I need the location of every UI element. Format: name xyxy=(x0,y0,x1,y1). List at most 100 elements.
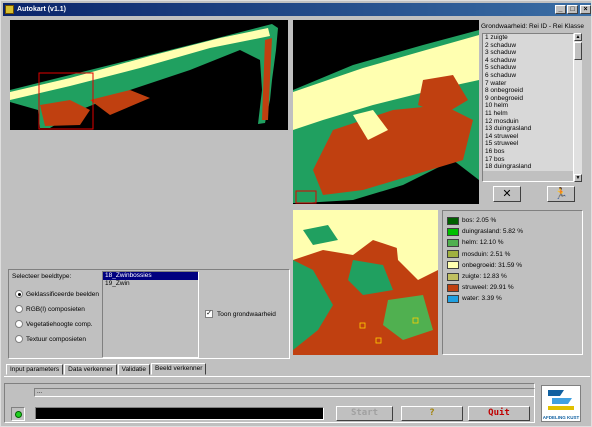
help-button[interactable]: ? xyxy=(401,406,463,421)
quit-button[interactable]: Quit xyxy=(468,406,530,421)
legend-label: onbegroeid: 31.59 % xyxy=(462,261,522,269)
radio-label: Geklassificeerde beelden xyxy=(26,290,99,298)
class-list-item[interactable]: 10 helm xyxy=(483,102,573,110)
legend-item: bos: 2.05 % xyxy=(447,215,578,226)
class-list-item[interactable]: 8 onbegroeid xyxy=(483,87,573,95)
tab-data-verkenner[interactable]: Data verkenner xyxy=(64,364,117,375)
legend-swatch xyxy=(447,238,459,247)
legend-label: water: 3.39 % xyxy=(462,295,502,303)
status-led-icon xyxy=(15,411,22,418)
class-list-item[interactable]: 2 schaduw xyxy=(483,41,573,50)
tab-beeld-verkenner[interactable]: Beeld verkenner xyxy=(151,363,207,375)
class-list-item[interactable]: 11 helm xyxy=(483,109,573,118)
legend-item: struweel: 29.91 % xyxy=(447,282,578,293)
legend-label: zuigte: 12.83 % xyxy=(462,273,507,281)
radio-button[interactable] xyxy=(15,335,23,343)
tab-divider xyxy=(4,376,590,377)
legend-panel: bos: 2.05 % duingrasland: 5.82 % helm: 1… xyxy=(442,210,583,355)
legend-swatch xyxy=(447,294,459,303)
overview-map[interactable] xyxy=(10,20,288,130)
class-list-item[interactable]: 14 struweel xyxy=(483,132,573,141)
radio-button[interactable] xyxy=(15,305,23,313)
tab-bar: Input parameters Data verkenner Validati… xyxy=(6,363,207,376)
radio-rgb[interactable]: RGB(I) composieten xyxy=(15,305,85,313)
tab-validatie[interactable]: Validatie xyxy=(117,364,151,375)
detail-map-image xyxy=(293,210,438,355)
radio-texture[interactable]: Textuur composieten xyxy=(15,335,86,343)
image-list-item[interactable]: 18_Zwinbossies xyxy=(103,272,198,280)
legend-item: helm: 12.10 % xyxy=(447,237,578,248)
class-list[interactable]: 1 zuigte 2 schaduw 3 schaduw 4 schaduw 5… xyxy=(482,33,574,182)
logo-text: AFDELING KUST xyxy=(542,415,580,420)
scroll-up-button[interactable]: ▲ xyxy=(574,33,582,41)
status-led xyxy=(11,407,25,421)
class-list-scrollbar[interactable]: ▲ ▼ xyxy=(574,33,582,182)
legend-swatch xyxy=(447,283,459,292)
legend-label: duingrasland: 5.82 % xyxy=(462,228,524,236)
class-list-item[interactable]: 1 zuigte xyxy=(483,34,573,42)
ground-truth-label: Toon grondwaarheid xyxy=(217,310,276,318)
legend-label: helm: 12.10 % xyxy=(462,239,504,247)
class-list-item[interactable]: 4 schaduw xyxy=(483,56,573,65)
radio-button[interactable] xyxy=(15,320,23,328)
legend-item: onbegroeid: 31.59 % xyxy=(447,260,578,271)
radio-label: Vegetatiehoogte comp. xyxy=(26,320,93,328)
legend-label: mosduin: 2.51 % xyxy=(462,250,511,258)
logo-icon xyxy=(548,390,574,410)
window-title: Autokart (v1.1) xyxy=(17,6,67,13)
zoom-map[interactable] xyxy=(293,20,479,204)
legend-swatch xyxy=(447,261,459,270)
radio-vegetation[interactable]: Vegetatiehoogte comp. xyxy=(15,320,93,328)
status-text: ... xyxy=(34,388,535,397)
class-list-item[interactable]: 17 bos xyxy=(483,155,573,164)
legend-swatch xyxy=(447,216,459,225)
progress-bar xyxy=(35,407,324,420)
legend-swatch xyxy=(447,272,459,281)
legend-item: zuigte: 12.83 % xyxy=(447,271,578,282)
zoom-map-image xyxy=(293,30,479,204)
class-list-item[interactable]: 9 onbegroeid xyxy=(483,94,573,103)
class-list-item[interactable]: 15 struweel xyxy=(483,140,573,148)
detail-map[interactable] xyxy=(293,210,438,355)
image-list[interactable]: 18_Zwinbossies 19_Zwin xyxy=(102,271,199,358)
ground-truth-checkbox[interactable]: ✓ xyxy=(205,310,213,318)
ground-truth-toggle[interactable]: ✓ Toon grondwaarheid xyxy=(205,310,276,318)
radio-classified[interactable]: Geklassificeerde beelden xyxy=(15,290,99,298)
class-list-item[interactable]: 6 schaduw xyxy=(483,71,573,80)
radio-button[interactable] xyxy=(15,290,23,298)
maximize-button[interactable]: □ xyxy=(567,5,578,14)
radio-label: RGB(I) composieten xyxy=(26,305,85,313)
class-list-item[interactable]: 18 duingrasland xyxy=(483,163,573,171)
title-bar[interactable]: Autokart (v1.1) _ □ × xyxy=(3,3,591,16)
class-list-label: Grondwaarheid: Rei ID - Rei Klasse xyxy=(481,23,584,30)
overview-map-image xyxy=(10,24,278,130)
legend-label: bos: 2.05 % xyxy=(462,217,497,225)
class-list-item[interactable]: 5 schaduw xyxy=(483,64,573,72)
radio-label: Textuur composieten xyxy=(26,335,86,343)
class-list-item[interactable]: 7 water xyxy=(483,79,573,88)
scroll-thumb[interactable] xyxy=(574,42,582,60)
legend-swatch xyxy=(447,250,459,259)
close-x-icon: ✕ xyxy=(502,188,512,200)
image-type-label: Selecteer beeldtype: xyxy=(12,273,72,280)
run-button[interactable]: 🏃 xyxy=(547,186,575,202)
legend-item: water: 3.39 % xyxy=(447,293,578,304)
minimize-button[interactable]: _ xyxy=(555,5,566,14)
running-man-icon: 🏃 xyxy=(554,188,568,200)
main-window: Autokart (v1.1) _ □ × Grondwaarheid: Rei… xyxy=(0,0,592,427)
app-icon xyxy=(5,5,14,14)
class-list-item[interactable]: 3 schaduw xyxy=(483,49,573,57)
clear-button[interactable]: ✕ xyxy=(493,186,521,202)
class-list-item[interactable]: 12 mosduin xyxy=(483,117,573,126)
scroll-down-button[interactable]: ▼ xyxy=(574,174,582,182)
close-button[interactable]: × xyxy=(580,5,591,14)
afdeling-kust-logo: AFDELING KUST xyxy=(541,385,581,422)
class-list-item[interactable]: 13 duingrasland xyxy=(483,125,573,133)
tab-input-parameters[interactable]: Input parameters xyxy=(6,364,64,375)
legend-item: mosduin: 2.51 % xyxy=(447,249,578,260)
start-button[interactable]: Start xyxy=(336,406,393,421)
class-list-item[interactable]: 16 bos xyxy=(483,147,573,156)
image-list-item[interactable]: 19_Zwin xyxy=(103,280,198,288)
legend-label: struweel: 29.91 % xyxy=(462,284,514,292)
legend-item: duingrasland: 5.82 % xyxy=(447,226,578,237)
